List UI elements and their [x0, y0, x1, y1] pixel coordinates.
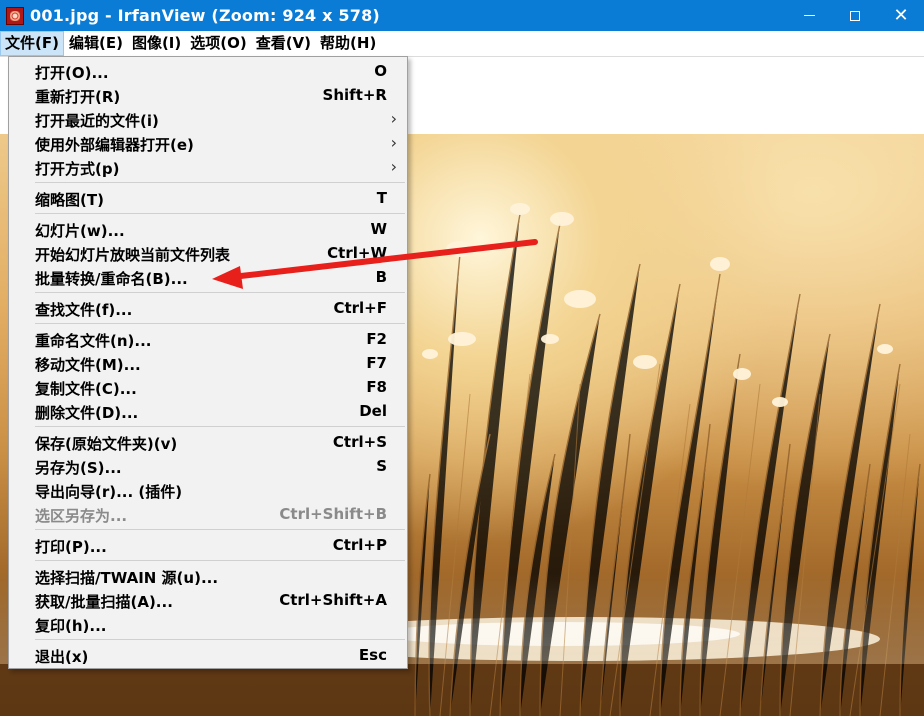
menu-view[interactable]: 查看(V) [252, 31, 315, 56]
menu-print-label: 打印(P)... [35, 538, 107, 556]
menu-separator [35, 426, 405, 427]
menu-print[interactable]: 打印(P)... Ctrl+P [9, 533, 407, 557]
menu-save-as[interactable]: 另存为(S)... S [9, 454, 407, 478]
menu-batch-convert[interactable]: 批量转换/重命名(B)... B [9, 265, 407, 289]
menu-save-shortcut: Ctrl+S [332, 433, 387, 451]
title-bar[interactable]: 001.jpg - IrfanView (Zoom: 924 x 578) ✕ [0, 0, 924, 31]
menu-separator [35, 639, 405, 640]
menu-delete-file-label: 删除文件(D)... [35, 404, 139, 422]
menu-save-label: 保存(原始文件夹)(v) [35, 435, 178, 453]
menu-bar: 文件(F) 编辑(E) 图像(I) 选项(O) 查看(V) 帮助(H) [0, 31, 924, 57]
menu-slideshow[interactable]: 幻灯片(w)... W [9, 217, 407, 241]
menu-recent-files-label: 打开最近的文件(i) [35, 112, 159, 130]
menu-copy-file-label: 复制文件(C)... [35, 380, 137, 398]
menu-save[interactable]: 保存(原始文件夹)(v) Ctrl+S [9, 430, 407, 454]
menu-export-wizard-label: 导出向导(r)... (插件) [35, 483, 183, 501]
menu-edit[interactable]: 编辑(E) [65, 31, 127, 56]
menu-thumbnails-label: 缩略图(T) [35, 191, 104, 209]
menu-exit[interactable]: 退出(x) Esc [9, 643, 407, 667]
menu-separator [35, 560, 405, 561]
menu-rename-file[interactable]: 重命名文件(n)... F2 [9, 327, 407, 351]
menu-select-twain-source-label: 选择扫描/TWAIN 源(u)... [35, 569, 219, 587]
menu-move-file-label: 移动文件(M)... [35, 356, 141, 374]
menu-acquire-batch-scan[interactable]: 获取/批量扫描(A)... Ctrl+Shift+A [9, 588, 407, 612]
menu-acquire-batch-scan-label: 获取/批量扫描(A)... [35, 593, 173, 611]
menu-copy-file-shortcut: F8 [366, 378, 387, 396]
menu-save-selection-as-shortcut: Ctrl+Shift+B [279, 505, 387, 523]
menu-open-external-editor[interactable]: 使用外部编辑器打开(e) › [9, 131, 407, 155]
menu-reopen[interactable]: 重新打开(R) Shift+R [9, 83, 407, 107]
menu-save-as-shortcut: S [376, 457, 387, 475]
menu-start-slideshow-label: 开始幻灯片放映当前文件列表 [35, 246, 231, 264]
menu-separator [35, 292, 405, 293]
menu-delete-file[interactable]: 删除文件(D)... Del [9, 399, 407, 423]
menu-image[interactable]: 图像(I) [128, 31, 185, 56]
minimize-icon [803, 15, 815, 16]
menu-delete-file-shortcut: Del [359, 402, 387, 420]
menu-help[interactable]: 帮助(H) [316, 31, 380, 56]
menu-thumbnails-shortcut: T [376, 189, 387, 207]
menu-batch-convert-label: 批量转换/重命名(B)... [35, 270, 188, 288]
menu-rename-file-shortcut: F2 [366, 330, 387, 348]
menu-options[interactable]: 选项(O) [186, 31, 250, 56]
maximize-button[interactable] [832, 0, 878, 31]
window-title: 001.jpg - IrfanView (Zoom: 924 x 578) [30, 6, 380, 25]
menu-thumbnails[interactable]: 缩略图(T) T [9, 186, 407, 210]
irfanview-icon [6, 6, 24, 25]
menu-open-with-label: 打开方式(p) [35, 160, 120, 178]
menu-file[interactable]: 文件(F) [0, 31, 64, 56]
menu-batch-convert-shortcut: B [375, 268, 387, 286]
menu-open[interactable]: 打开(O)... O [9, 59, 407, 83]
maximize-icon [850, 10, 860, 21]
menu-save-selection-as-label: 选区另存为... [35, 507, 128, 525]
menu-exit-label: 退出(x) [35, 648, 89, 666]
menu-separator [35, 529, 405, 530]
menu-find-files[interactable]: 查找文件(f)... Ctrl+F [9, 296, 407, 320]
menu-save-as-label: 另存为(S)... [35, 459, 122, 477]
window-controls: ✕ [786, 0, 924, 31]
menu-select-twain-source[interactable]: 选择扫描/TWAIN 源(u)... [9, 564, 407, 588]
submenu-arrow-icon: › [390, 157, 397, 176]
close-icon: ✕ [893, 5, 909, 26]
menu-open-label: 打开(O)... [35, 64, 109, 82]
menu-recent-files[interactable]: 打开最近的文件(i) › [9, 107, 407, 131]
menu-start-slideshow[interactable]: 开始幻灯片放映当前文件列表 Ctrl+W [9, 241, 407, 265]
menu-acquire-batch-scan-shortcut: Ctrl+Shift+A [279, 591, 387, 609]
menu-open-external-editor-label: 使用外部编辑器打开(e) [35, 136, 194, 154]
menu-exit-shortcut: Esc [358, 646, 387, 664]
menu-move-file-shortcut: F7 [366, 354, 387, 372]
menu-reopen-shortcut: Shift+R [322, 86, 387, 104]
menu-start-slideshow-shortcut: Ctrl+W [327, 244, 387, 262]
menu-print-shortcut: Ctrl+P [332, 536, 387, 554]
menu-copy-print-label: 复印(h)... [35, 617, 107, 635]
menu-export-wizard[interactable]: 导出向导(r)... (插件) [9, 478, 407, 502]
close-button[interactable]: ✕ [878, 0, 924, 31]
submenu-arrow-icon: › [390, 133, 397, 152]
menu-copy-file[interactable]: 复制文件(C)... F8 [9, 375, 407, 399]
menu-separator [35, 213, 405, 214]
minimize-button[interactable] [786, 0, 832, 31]
file-menu-dropdown: 打开(O)... O 重新打开(R) Shift+R 打开最近的文件(i) › … [8, 56, 408, 669]
menu-copy-print[interactable]: 复印(h)... [9, 612, 407, 636]
menu-open-shortcut: O [374, 62, 387, 80]
menu-save-selection-as: 选区另存为... Ctrl+Shift+B [9, 502, 407, 526]
menu-reopen-label: 重新打开(R) [35, 88, 121, 106]
menu-move-file[interactable]: 移动文件(M)... F7 [9, 351, 407, 375]
menu-slideshow-label: 幻灯片(w)... [35, 222, 125, 240]
menu-separator [35, 323, 405, 324]
menu-separator [35, 182, 405, 183]
menu-open-with[interactable]: 打开方式(p) › [9, 155, 407, 179]
menu-slideshow-shortcut: W [370, 220, 387, 238]
menu-find-files-label: 查找文件(f)... [35, 301, 133, 319]
menu-rename-file-label: 重命名文件(n)... [35, 332, 152, 350]
menu-find-files-shortcut: Ctrl+F [333, 299, 387, 317]
submenu-arrow-icon: › [390, 109, 397, 128]
